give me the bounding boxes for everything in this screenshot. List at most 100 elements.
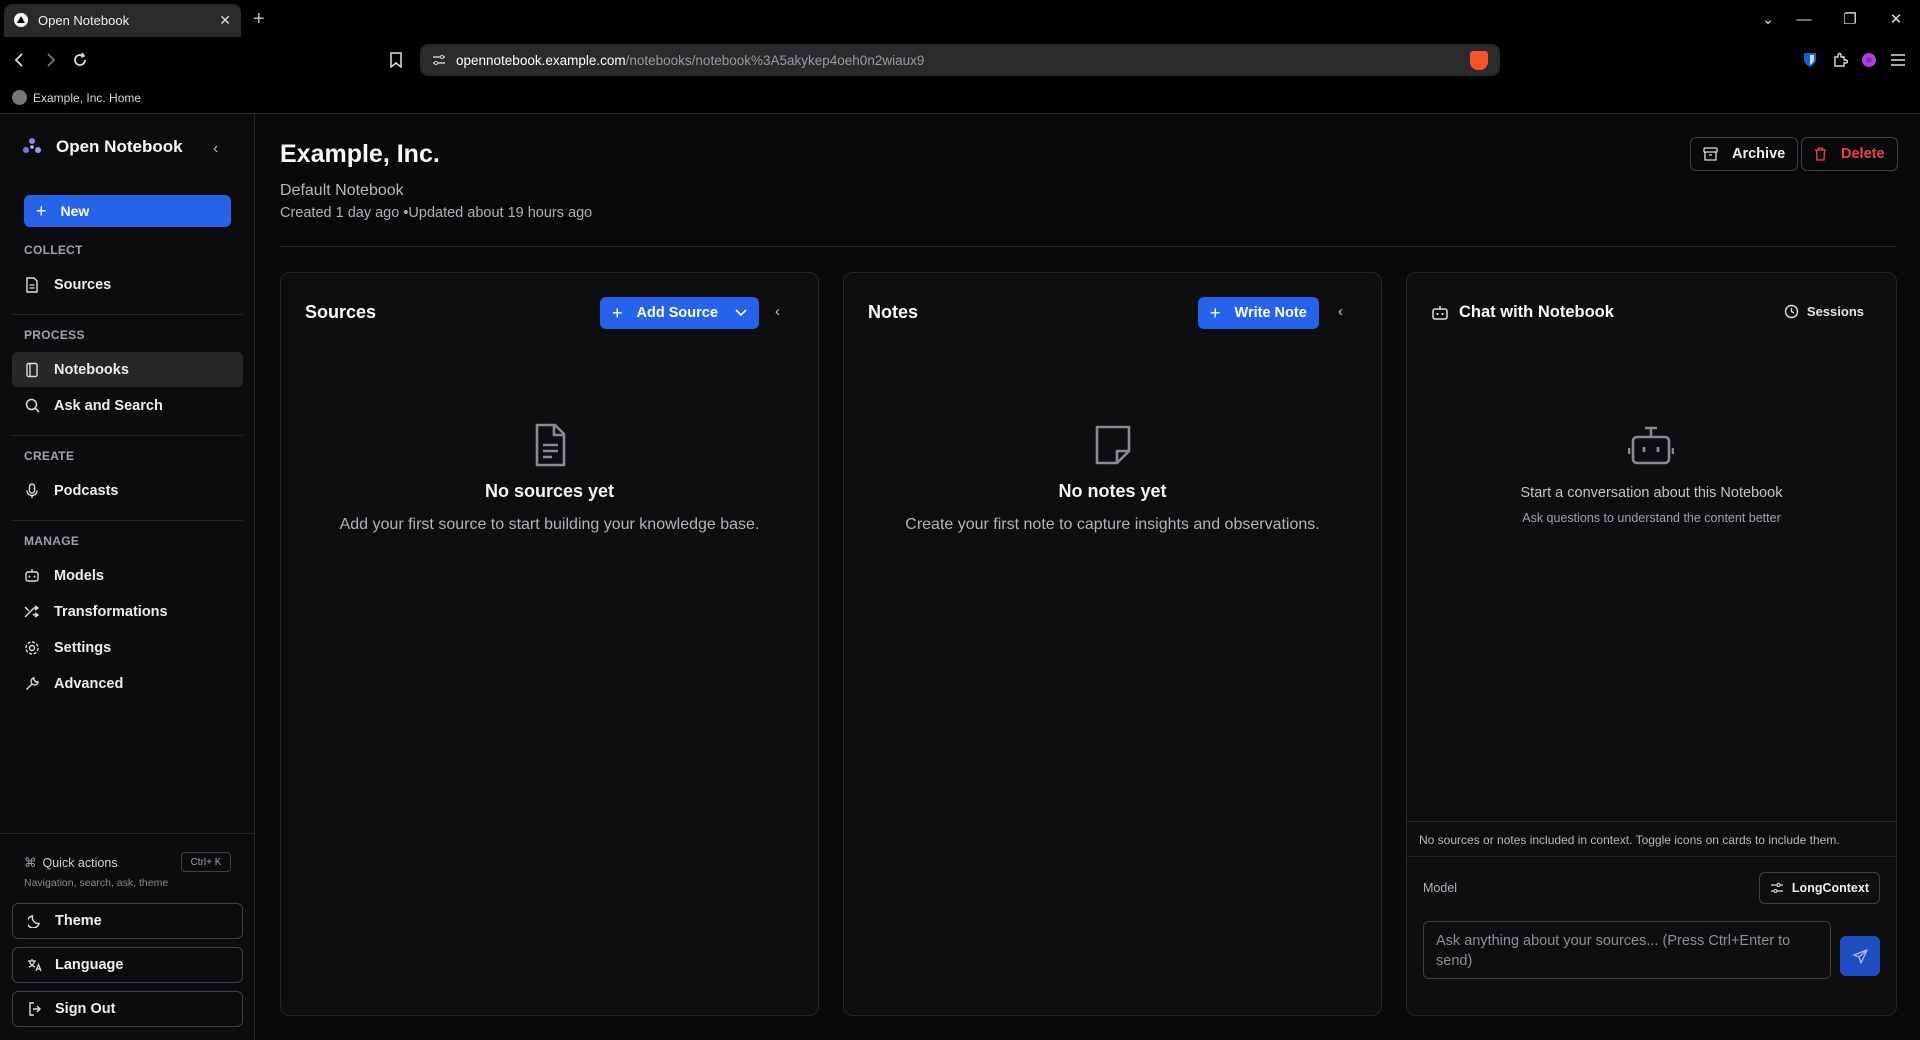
brand-logo-icon bbox=[23, 138, 41, 153]
bot-icon bbox=[24, 568, 40, 584]
sessions-button[interactable]: Sessions bbox=[1784, 304, 1864, 319]
menu-icon[interactable] bbox=[1888, 50, 1908, 70]
add-source-button[interactable]: + Add Source bbox=[600, 297, 759, 329]
model-selector-button[interactable]: LongContext bbox=[1758, 872, 1880, 904]
context-note: No sources or notes included in context.… bbox=[1419, 833, 1840, 847]
bookmark-icon[interactable] bbox=[384, 48, 408, 72]
quick-actions[interactable]: ⌘ Quick actions bbox=[24, 855, 118, 871]
sidebar-item-label: Settings bbox=[54, 639, 112, 656]
collapse-sources-icon[interactable]: ‹ bbox=[775, 303, 780, 320]
minimize-icon[interactable]: — bbox=[1781, 0, 1827, 38]
window-close-icon[interactable]: ✕ bbox=[1873, 0, 1919, 38]
new-button-label: New bbox=[60, 203, 90, 219]
write-note-button[interactable]: + Write Note bbox=[1198, 297, 1319, 329]
quick-actions-label: Quick actions bbox=[42, 855, 118, 870]
brave-shields-icon[interactable] bbox=[1470, 51, 1488, 70]
shuffle-icon bbox=[24, 604, 40, 620]
chevron-down-icon[interactable] bbox=[735, 309, 747, 317]
theme-button[interactable]: Theme bbox=[12, 903, 243, 939]
app-favicon-icon bbox=[14, 13, 28, 27]
command-icon: ⌘ bbox=[24, 856, 37, 870]
send-icon bbox=[1852, 948, 1868, 964]
restore-icon[interactable]: ❐ bbox=[1827, 0, 1873, 38]
sidebar-item-label: Sources bbox=[54, 276, 112, 293]
section-collect: COLLECT bbox=[24, 243, 83, 257]
sidebar-item-settings[interactable]: Settings bbox=[12, 630, 243, 665]
new-button[interactable]: + New bbox=[24, 195, 231, 227]
bookmarks-bar: Example, Inc. Home bbox=[0, 82, 1920, 114]
clock-icon bbox=[1784, 304, 1799, 319]
bot-icon bbox=[1628, 426, 1674, 465]
sidebar-item-sources[interactable]: Sources bbox=[12, 267, 243, 302]
send-button[interactable] bbox=[1840, 936, 1880, 976]
sidebar-item-advanced[interactable]: Advanced bbox=[12, 666, 243, 701]
bookmark-home[interactable]: Example, Inc. Home bbox=[33, 91, 141, 105]
profile-icon[interactable] bbox=[1859, 50, 1879, 70]
trash-icon bbox=[1815, 147, 1826, 161]
language-label: Language bbox=[55, 957, 124, 973]
delete-label: Delete bbox=[1841, 146, 1885, 162]
sidebar-item-label: Ask and Search bbox=[54, 397, 163, 414]
notebook-description[interactable]: Default Notebook bbox=[280, 182, 404, 200]
plus-icon: + bbox=[36, 200, 47, 221]
reload-icon[interactable] bbox=[68, 48, 92, 72]
browser-tab[interactable]: Open Notebook ✕ bbox=[4, 3, 241, 37]
notebook-meta: Created 1 day ago •Updated about 19 hour… bbox=[280, 205, 593, 221]
page-title[interactable]: Example, Inc. bbox=[280, 140, 440, 169]
sidebar: Open Notebook ‹ + New COLLECT Sources PR… bbox=[0, 115, 255, 1040]
divider bbox=[12, 520, 243, 521]
sources-panel: Sources + Add Source ‹ No sources yet Ad… bbox=[280, 272, 819, 1016]
chat-panel: Chat with Notebook Sessions Start a conv… bbox=[1406, 272, 1897, 1016]
divider bbox=[1407, 821, 1896, 822]
divider bbox=[1407, 856, 1896, 857]
url-host: opennotebook.example.com bbox=[456, 52, 626, 68]
forward-icon[interactable] bbox=[38, 48, 62, 72]
extensions-icon[interactable] bbox=[1830, 50, 1850, 70]
file-text-icon bbox=[24, 276, 40, 293]
search-icon bbox=[24, 398, 40, 414]
sidebar-item-notebooks[interactable]: Notebooks bbox=[12, 352, 243, 387]
language-button[interactable]: Language bbox=[12, 947, 243, 983]
bot-icon bbox=[1432, 306, 1448, 320]
sidebar-item-label: Models bbox=[54, 567, 104, 584]
sign-out-button[interactable]: Sign Out bbox=[12, 991, 243, 1027]
brand-name: Open Notebook bbox=[56, 137, 183, 156]
add-source-label: Add Source bbox=[636, 305, 718, 321]
bookmark-favicon-icon bbox=[12, 90, 27, 105]
back-icon[interactable] bbox=[8, 48, 32, 72]
log-out-icon bbox=[27, 1002, 43, 1016]
sessions-label: Sessions bbox=[1806, 304, 1864, 319]
brand[interactable]: Open Notebook bbox=[22, 137, 183, 157]
bitwarden-icon[interactable] bbox=[1800, 50, 1820, 70]
divider bbox=[12, 314, 243, 315]
new-tab-icon[interactable]: + bbox=[253, 8, 265, 31]
notes-panel: Notes + Write Note ‹ No notes yet Create… bbox=[843, 272, 1382, 1016]
sidebar-item-ask-search[interactable]: Ask and Search bbox=[12, 388, 243, 423]
sidebar-item-label: Notebooks bbox=[54, 361, 129, 378]
gear-icon bbox=[24, 640, 40, 656]
collapse-sidebar-icon[interactable]: ‹ bbox=[213, 140, 218, 158]
sidebar-item-models[interactable]: Models bbox=[12, 558, 243, 593]
notes-title: Notes bbox=[868, 302, 919, 322]
archive-button[interactable]: Archive bbox=[1690, 137, 1799, 171]
collapse-notes-icon[interactable]: ‹ bbox=[1338, 303, 1343, 320]
section-create: CREATE bbox=[24, 449, 75, 463]
plus-icon: + bbox=[612, 302, 623, 323]
sidebar-item-podcasts[interactable]: Podcasts bbox=[12, 473, 243, 508]
notes-empty-title: No notes yet bbox=[1058, 481, 1167, 501]
theme-label: Theme bbox=[55, 913, 102, 929]
url-path: /notebooks/notebook%3A5akykep4oeh0n2wiau… bbox=[625, 52, 925, 68]
close-tab-icon[interactable]: ✕ bbox=[219, 12, 231, 29]
languages-icon bbox=[27, 958, 43, 972]
address-bar[interactable]: opennotebook.example.com/notebooks/noteb… bbox=[420, 44, 1500, 76]
notes-empty-subtitle: Create your first note to capture insigh… bbox=[905, 516, 1320, 533]
browser-toolbar: opennotebook.example.com/notebooks/noteb… bbox=[0, 38, 1920, 82]
divider bbox=[12, 435, 243, 436]
browser-tabstrip: Open Notebook ✕ + ⌄ — ❐ ✕ bbox=[0, 0, 1920, 38]
delete-button[interactable]: Delete bbox=[1801, 137, 1898, 171]
site-settings-icon[interactable] bbox=[432, 53, 446, 67]
chat-input[interactable] bbox=[1423, 921, 1831, 979]
archive-icon bbox=[1703, 147, 1718, 161]
sidebar-item-transformations[interactable]: Transformations bbox=[12, 594, 243, 629]
file-text-icon bbox=[535, 423, 566, 467]
